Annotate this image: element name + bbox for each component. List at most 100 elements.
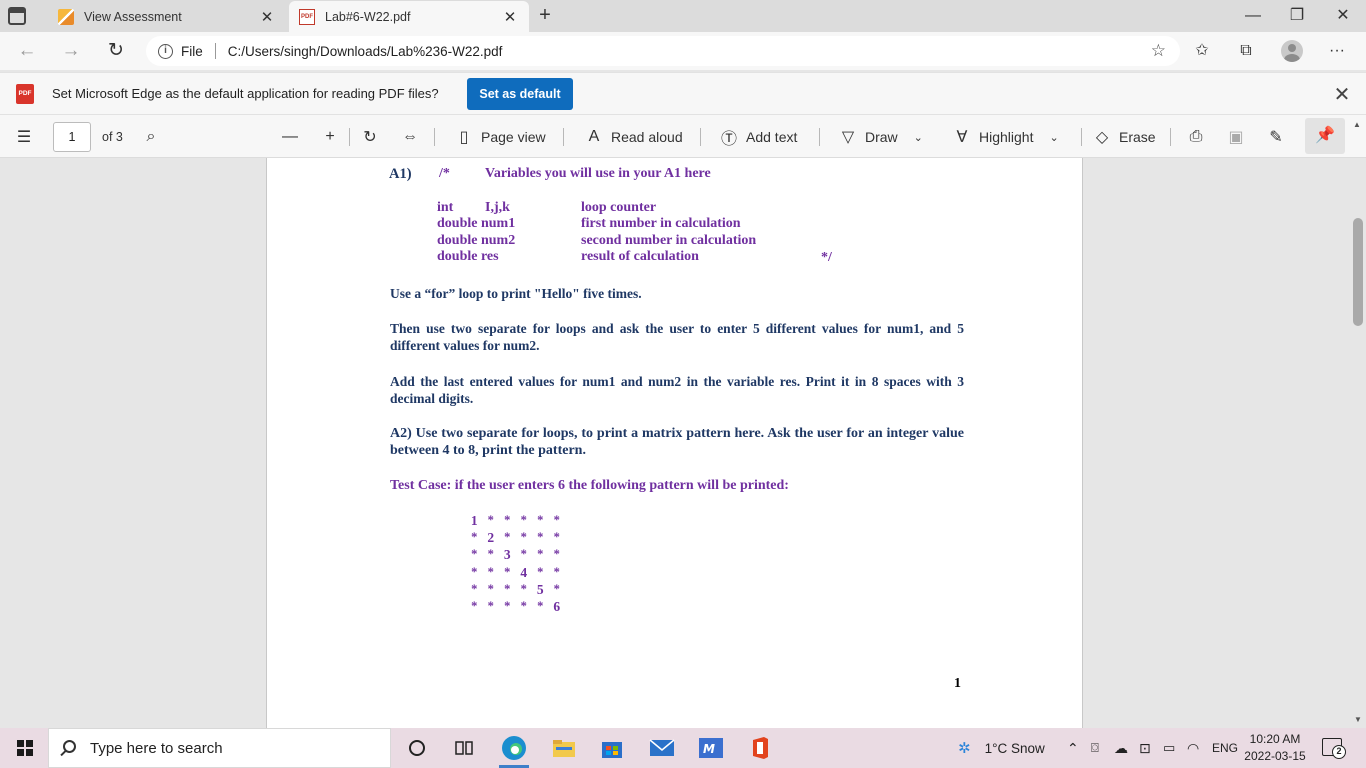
matrix-pattern: 1 * * * * * * 2 * * * * * * 3 * * * * * * 4 * * * * * * 5 * * * * * * 6 — [466, 512, 565, 615]
default-app-infobar: PDF Set Microsoft Edge as the default ap… — [0, 72, 1366, 114]
info-icon[interactable]: i — [158, 43, 173, 59]
divider — [214, 43, 216, 59]
new-tab-button[interactable]: + — [534, 4, 556, 27]
wifi-icon[interactable]: ◠ — [1187, 728, 1199, 768]
comment-close: */ — [821, 250, 832, 265]
notification-center-icon[interactable]: 2 — [1322, 738, 1346, 759]
favorites-icon[interactable]: ✩ — [1190, 40, 1214, 62]
windows-start-icon[interactable] — [17, 740, 33, 756]
var-type: double num2 — [437, 233, 516, 248]
system-clock[interactable]: 10:20 AM 2022-03-15 — [1240, 731, 1310, 765]
add-text-button[interactable]: Ⓣ Add text — [720, 126, 797, 148]
rotate-icon[interactable]: ↻ — [361, 126, 387, 148]
task-view-icon[interactable] — [449, 734, 479, 762]
battery-icon[interactable]: ▭ — [1163, 728, 1175, 768]
svg-text:M: M — [703, 742, 715, 756]
pattern-row: * * 3 * * * — [466, 546, 565, 563]
var-type: double res — [437, 249, 499, 264]
save-icon[interactable]: ▣ — [1227, 126, 1253, 148]
draw-button[interactable]: ▽ Draw ⌄ — [839, 126, 923, 148]
snow-icon: ✲ — [958, 740, 971, 757]
show-hidden-icons-icon[interactable]: ⌃ — [1067, 728, 1079, 768]
fit-to-page-icon[interactable]: ⇔ — [401, 126, 427, 148]
back-icon[interactable]: ← — [14, 39, 40, 63]
chevron-down-icon[interactable]: ⌄ — [1049, 131, 1058, 144]
mail-icon[interactable] — [647, 734, 677, 762]
divider — [700, 128, 701, 146]
pattern-star: * — [537, 513, 544, 527]
profile-avatar[interactable] — [1281, 40, 1303, 62]
pattern-star: * — [504, 581, 511, 596]
page-view-button[interactable]: ▯ Page view — [455, 126, 546, 148]
pattern-row: * * * * * 6 — [466, 598, 565, 615]
highlight-button[interactable]: ∀ Highlight ⌄ — [953, 126, 1059, 148]
page-view-icon: ▯ — [459, 129, 469, 146]
pattern-star: * — [537, 564, 544, 579]
page-number-input[interactable]: 1 — [53, 122, 91, 152]
pattern-star: * — [471, 547, 478, 562]
close-window-button[interactable]: ✕ — [1320, 0, 1366, 32]
pin-toolbar-icon[interactable]: 📌 — [1305, 118, 1345, 154]
scrollbar-thumb[interactable] — [1353, 218, 1363, 326]
scroll-down-arrow-icon[interactable]: ▼ — [1354, 715, 1362, 724]
tab-lab-pdf[interactable]: PDF Lab#6-W22.pdf ✕ — [289, 1, 529, 32]
onedrive-icon[interactable]: ☁ — [1114, 728, 1128, 768]
more-options-icon[interactable]: ··· — [1325, 40, 1349, 62]
find-icon[interactable]: ⌕ — [142, 126, 168, 148]
read-aloud-button[interactable]: A Read aloud — [585, 126, 683, 148]
var-type: int — [437, 200, 454, 215]
language-indicator[interactable]: ENG — [1212, 728, 1238, 768]
page-footer-number: 1 — [954, 676, 961, 691]
var-desc: result of calculation — [581, 249, 699, 264]
minimize-button[interactable]: — — [1230, 0, 1276, 32]
contents-icon[interactable]: ☰ — [15, 126, 41, 148]
pencil-favicon-icon — [58, 8, 74, 25]
taskbar-search-box[interactable]: Type here to search — [48, 728, 391, 768]
vertical-scrollbar[interactable]: ▼ — [1350, 158, 1366, 728]
url-text[interactable]: C:/Users/singh/Downloads/Lab%236-W22.pdf — [228, 44, 503, 59]
add-favorite-icon[interactable]: ☆ — [1151, 41, 1166, 61]
weather-widget[interactable]: ✲ 1°C Snow — [958, 728, 1045, 768]
forward-icon[interactable]: → — [58, 39, 84, 63]
print-icon[interactable]: ⎙ — [1187, 126, 1213, 148]
pattern-star: * — [504, 599, 511, 614]
address-bar[interactable]: i File C:/Users/singh/Downloads/Lab%236-… — [146, 36, 1180, 66]
tab-view-assessment[interactable]: View Assessment ✕ — [48, 1, 286, 32]
set-as-default-button[interactable]: Set as default — [467, 78, 573, 110]
pattern-star: * — [537, 530, 544, 545]
highlight-icon: ∀ — [956, 129, 968, 146]
pattern-star: * — [504, 564, 511, 579]
pattern-star: * — [553, 564, 560, 579]
display-icon[interactable]: ⊡ — [1139, 728, 1151, 768]
erase-button[interactable]: ◇ Erase — [1093, 126, 1156, 148]
page-count: of 3 — [102, 130, 123, 144]
zoom-out-icon[interactable]: — — [281, 126, 307, 148]
file-explorer-icon[interactable] — [549, 734, 579, 762]
close-infobar-icon[interactable]: ✕ — [1332, 82, 1352, 107]
tab-actions-icon[interactable] — [8, 7, 26, 25]
pattern-star: * — [553, 530, 560, 545]
close-tab-icon[interactable]: ✕ — [501, 8, 519, 26]
pattern-row: * * * * 5 * — [466, 581, 565, 598]
eraser-icon: ◇ — [1095, 129, 1109, 146]
refresh-icon[interactable]: ↻ — [103, 39, 129, 63]
zoom-in-icon[interactable]: + — [321, 126, 347, 148]
pattern-star: * — [504, 530, 511, 545]
pdf-viewer[interactable]: A1) /* Variables you will use in your A1… — [0, 158, 1366, 728]
search-placeholder: Type here to search — [90, 739, 223, 757]
edge-browser-icon[interactable] — [499, 734, 529, 768]
office-icon[interactable] — [745, 734, 775, 762]
teams-style-app-icon[interactable]: M — [696, 734, 726, 762]
close-tab-icon[interactable]: ✕ — [258, 8, 276, 26]
meet-now-icon[interactable]: ⌼ — [1091, 728, 1099, 768]
save-as-icon[interactable]: ✎ — [1267, 126, 1293, 148]
pattern-star: * — [487, 564, 494, 579]
restore-button[interactable]: ❐ — [1274, 0, 1320, 32]
microsoft-store-icon[interactable] — [597, 734, 627, 762]
collections-icon[interactable]: ⧉ — [1234, 40, 1258, 62]
divider — [349, 128, 350, 146]
scroll-up-arrow-icon[interactable]: ▲ — [1353, 120, 1361, 129]
chevron-down-icon[interactable]: ⌄ — [914, 131, 923, 144]
cortana-icon[interactable] — [402, 734, 432, 762]
pattern-number: 2 — [487, 530, 495, 546]
